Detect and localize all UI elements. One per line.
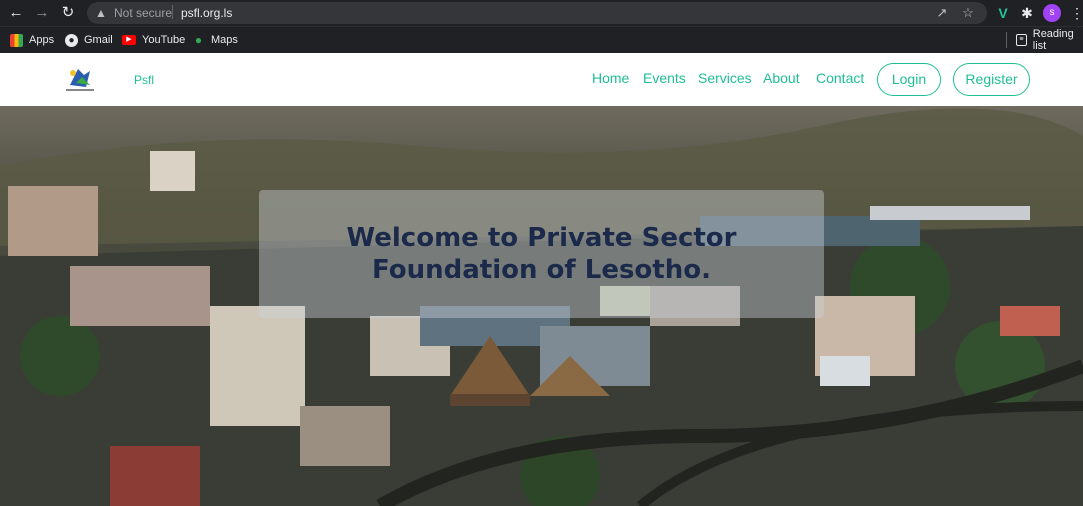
- site-header: Psfl Home Events Services About Contact …: [0, 53, 1083, 106]
- nav-contact[interactable]: Contact: [816, 70, 864, 86]
- not-secure-label: Not secure: [114, 6, 173, 20]
- hero-banner: Welcome to Private Sector Foundation of …: [0, 106, 1083, 506]
- warning-icon: ▲: [95, 6, 107, 20]
- bookmark-maps[interactable]: ● Maps: [192, 32, 238, 48]
- nav-events[interactable]: Events: [643, 70, 686, 86]
- hero-title: Welcome to Private Sector Foundation of …: [259, 222, 824, 286]
- back-arrow-icon[interactable]: ←: [6, 3, 26, 23]
- hero-title-line2: Foundation of Lesotho.: [372, 255, 711, 285]
- brand-name[interactable]: Psfl: [134, 73, 154, 87]
- maps-pin-icon: ●: [194, 32, 203, 47]
- apps-grid-icon: [10, 33, 23, 47]
- puzzle-extensions-icon[interactable]: ✱: [1018, 4, 1036, 22]
- bookmark-gmail[interactable]: ● Gmail: [65, 32, 113, 48]
- hero-title-line1: Welcome to Private Sector: [346, 223, 737, 253]
- nav-about[interactable]: About: [763, 70, 800, 86]
- psfl-logo-icon[interactable]: [60, 63, 100, 95]
- bookmarks-bar: Apps ● Gmail ▶ YouTube ● Maps ≡ Reading …: [0, 26, 1083, 54]
- register-button[interactable]: Register: [953, 63, 1030, 96]
- nav-services[interactable]: Services: [698, 70, 752, 86]
- bookmark-label: YouTube: [142, 34, 186, 46]
- reading-list-label: Reading list: [1032, 28, 1074, 52]
- bookmark-label: Maps: [211, 34, 238, 46]
- share-icon[interactable]: ↗: [933, 4, 951, 22]
- login-button[interactable]: Login: [877, 63, 941, 96]
- vue-extension-icon[interactable]: V: [994, 4, 1012, 22]
- reload-icon[interactable]: ↻: [58, 3, 78, 23]
- bookmarks-divider: [1006, 32, 1007, 48]
- globe-icon: ●: [65, 33, 78, 47]
- bookmark-label: Gmail: [84, 34, 113, 46]
- address-divider: [172, 5, 173, 19]
- profile-avatar[interactable]: s: [1043, 4, 1061, 22]
- bookmark-youtube[interactable]: ▶ YouTube: [122, 32, 185, 48]
- bookmark-apps[interactable]: Apps: [10, 32, 54, 48]
- browser-toolbar: ← → ↻ ▲ Not secure psfl.org.ls ↗ ☆ V ✱ s…: [0, 0, 1083, 26]
- nav-home[interactable]: Home: [592, 70, 629, 86]
- reading-list-icon: ≡: [1016, 34, 1027, 46]
- welcome-panel: Welcome to Private Sector Foundation of …: [259, 190, 824, 318]
- url-text[interactable]: psfl.org.ls: [181, 6, 232, 20]
- reading-list-button[interactable]: ≡ Reading list: [1016, 28, 1083, 52]
- address-bar[interactable]: ▲ Not secure psfl.org.ls ↗ ☆: [87, 2, 987, 24]
- menu-kebab-icon[interactable]: ⋮: [1070, 4, 1083, 22]
- youtube-icon: ▶: [122, 35, 136, 45]
- bookmark-label: Apps: [29, 34, 55, 46]
- forward-arrow-icon[interactable]: →: [32, 3, 52, 23]
- star-icon[interactable]: ☆: [959, 4, 977, 22]
